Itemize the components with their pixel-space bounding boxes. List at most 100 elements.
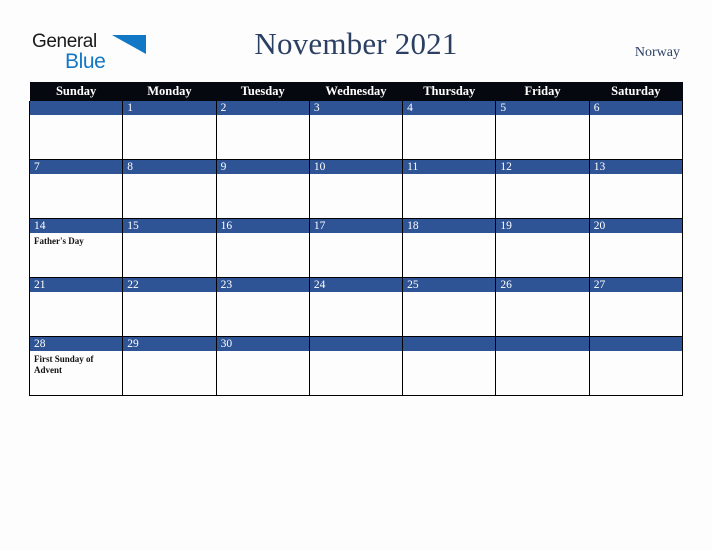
calendar-day-cell[interactable]: 16: [215, 218, 310, 278]
calendar-day-cell[interactable]: 29: [122, 336, 217, 396]
day-cell-inner: [496, 337, 589, 395]
calendar-day-cell[interactable]: [588, 336, 684, 396]
day-events: [123, 115, 215, 118]
day-events: [217, 351, 309, 354]
calendar-day-cell[interactable]: 10: [308, 159, 404, 219]
day-events: [123, 233, 215, 236]
day-events: [496, 174, 588, 177]
day-number: [309, 337, 403, 351]
calendar-day-cell[interactable]: 11: [402, 159, 497, 219]
day-number: 8: [123, 160, 216, 174]
day-events: [30, 174, 122, 177]
day-number: 18: [403, 219, 496, 233]
calendar-day-cell[interactable]: 21: [28, 277, 124, 337]
calendar-day-cell[interactable]: 19: [495, 218, 590, 278]
calendar-day-cell[interactable]: 14 Father's Day: [28, 218, 124, 278]
calendar-day-cell[interactable]: 17: [308, 218, 404, 278]
day-cell-inner: [30, 101, 123, 159]
day-cell-inner: 6: [589, 101, 682, 159]
day-number: 3: [309, 101, 403, 115]
calendar-table: Sunday Monday Tuesday Wednesday Thursday…: [28, 82, 684, 396]
day-cell-inner: 15: [123, 219, 216, 277]
page-header: General Blue November 2021 Norway: [0, 0, 712, 80]
calendar-day-cell[interactable]: 24: [308, 277, 404, 337]
calendar-day-cell[interactable]: 26: [495, 277, 590, 337]
day-number: 25: [403, 278, 496, 292]
day-number: 9: [216, 160, 309, 174]
day-cell-inner: 14 Father's Day: [30, 219, 123, 277]
day-events: [590, 233, 682, 236]
day-number: 7: [30, 160, 123, 174]
calendar-day-cell[interactable]: 23: [215, 277, 310, 337]
calendar-day-cell[interactable]: [402, 336, 497, 396]
calendar-day-cell[interactable]: 25: [402, 277, 497, 337]
day-number: 22: [123, 278, 216, 292]
day-events: [403, 174, 495, 177]
day-events: [123, 174, 215, 177]
calendar-day-cell[interactable]: 12: [495, 159, 590, 219]
calendar-body: 1 2 3 4 5 6 7 8 9 10 11 12 13 14 Father's Day 15 16 17 18 1…: [28, 101, 684, 396]
day-cell-inner: 2: [216, 101, 309, 159]
day-cell-inner: 23: [216, 278, 309, 336]
day-cell-inner: [403, 337, 496, 395]
calendar-day-cell[interactable]: 20: [588, 218, 684, 278]
day-number: 13: [589, 160, 682, 174]
calendar-day-cell[interactable]: 4: [402, 101, 497, 160]
calendar-day-cell[interactable]: 22: [122, 277, 217, 337]
day-number: 16: [216, 219, 309, 233]
calendar-day-cell[interactable]: 1: [122, 101, 217, 160]
calendar-day-cell[interactable]: 7: [28, 159, 124, 219]
day-number: 14: [30, 219, 123, 233]
day-events: [590, 174, 682, 177]
day-cell-inner: 8: [123, 160, 216, 218]
calendar-day-cell[interactable]: 8: [122, 159, 217, 219]
weekday-header-sunday: Sunday: [29, 82, 123, 101]
day-cell-inner: 7: [30, 160, 123, 218]
calendar-day-cell[interactable]: 2: [215, 101, 310, 160]
day-number: [403, 337, 496, 351]
day-events: [590, 292, 682, 295]
day-cell-inner: 13: [589, 160, 682, 218]
calendar-day-cell[interactable]: 5: [495, 101, 590, 160]
calendar-day-cell[interactable]: 28 First Sunday of Advent: [28, 336, 124, 396]
calendar-day-cell[interactable]: 18: [402, 218, 497, 278]
day-cell-inner: 21: [30, 278, 123, 336]
page-title: November 2021: [254, 26, 458, 61]
calendar-day-cell[interactable]: [308, 336, 404, 396]
calendar-day-cell[interactable]: 30: [215, 336, 310, 396]
calendar-day-cell[interactable]: [28, 101, 124, 160]
day-number: 29: [123, 337, 216, 351]
calendar-day-cell[interactable]: 27: [588, 277, 684, 337]
calendar-day-cell[interactable]: 9: [215, 159, 310, 219]
day-events: [403, 115, 495, 118]
day-cell-inner: [309, 337, 403, 395]
day-cell-inner: 3: [309, 101, 403, 159]
day-number: 5: [496, 101, 589, 115]
day-cell-inner: 12: [496, 160, 589, 218]
day-number: [496, 337, 589, 351]
day-events: [310, 233, 402, 236]
calendar-day-cell[interactable]: 3: [308, 101, 404, 160]
day-number: 20: [589, 219, 682, 233]
day-events: [403, 292, 495, 295]
weekday-header-friday: Friday: [495, 82, 590, 101]
day-cell-inner: 28 First Sunday of Advent: [30, 337, 123, 395]
calendar-day-cell[interactable]: [495, 336, 590, 396]
day-events: [496, 351, 588, 354]
calendar-day-cell[interactable]: 6: [588, 101, 684, 160]
day-number: 24: [309, 278, 403, 292]
day-cell-inner: 25: [403, 278, 496, 336]
calendar-day-cell[interactable]: 15: [122, 218, 217, 278]
day-number: 17: [309, 219, 403, 233]
day-cell-inner: 17: [309, 219, 403, 277]
day-number: 21: [30, 278, 123, 292]
weekday-header-saturday: Saturday: [589, 82, 683, 101]
day-number: 1: [123, 101, 216, 115]
day-number: 11: [403, 160, 496, 174]
holiday-label: First Sunday of Advent: [34, 354, 94, 375]
day-events: Father's Day: [30, 233, 122, 247]
day-number: 30: [216, 337, 309, 351]
calendar-day-cell[interactable]: 13: [588, 159, 684, 219]
day-cell-inner: 22: [123, 278, 216, 336]
day-events: First Sunday of Advent: [30, 351, 122, 376]
